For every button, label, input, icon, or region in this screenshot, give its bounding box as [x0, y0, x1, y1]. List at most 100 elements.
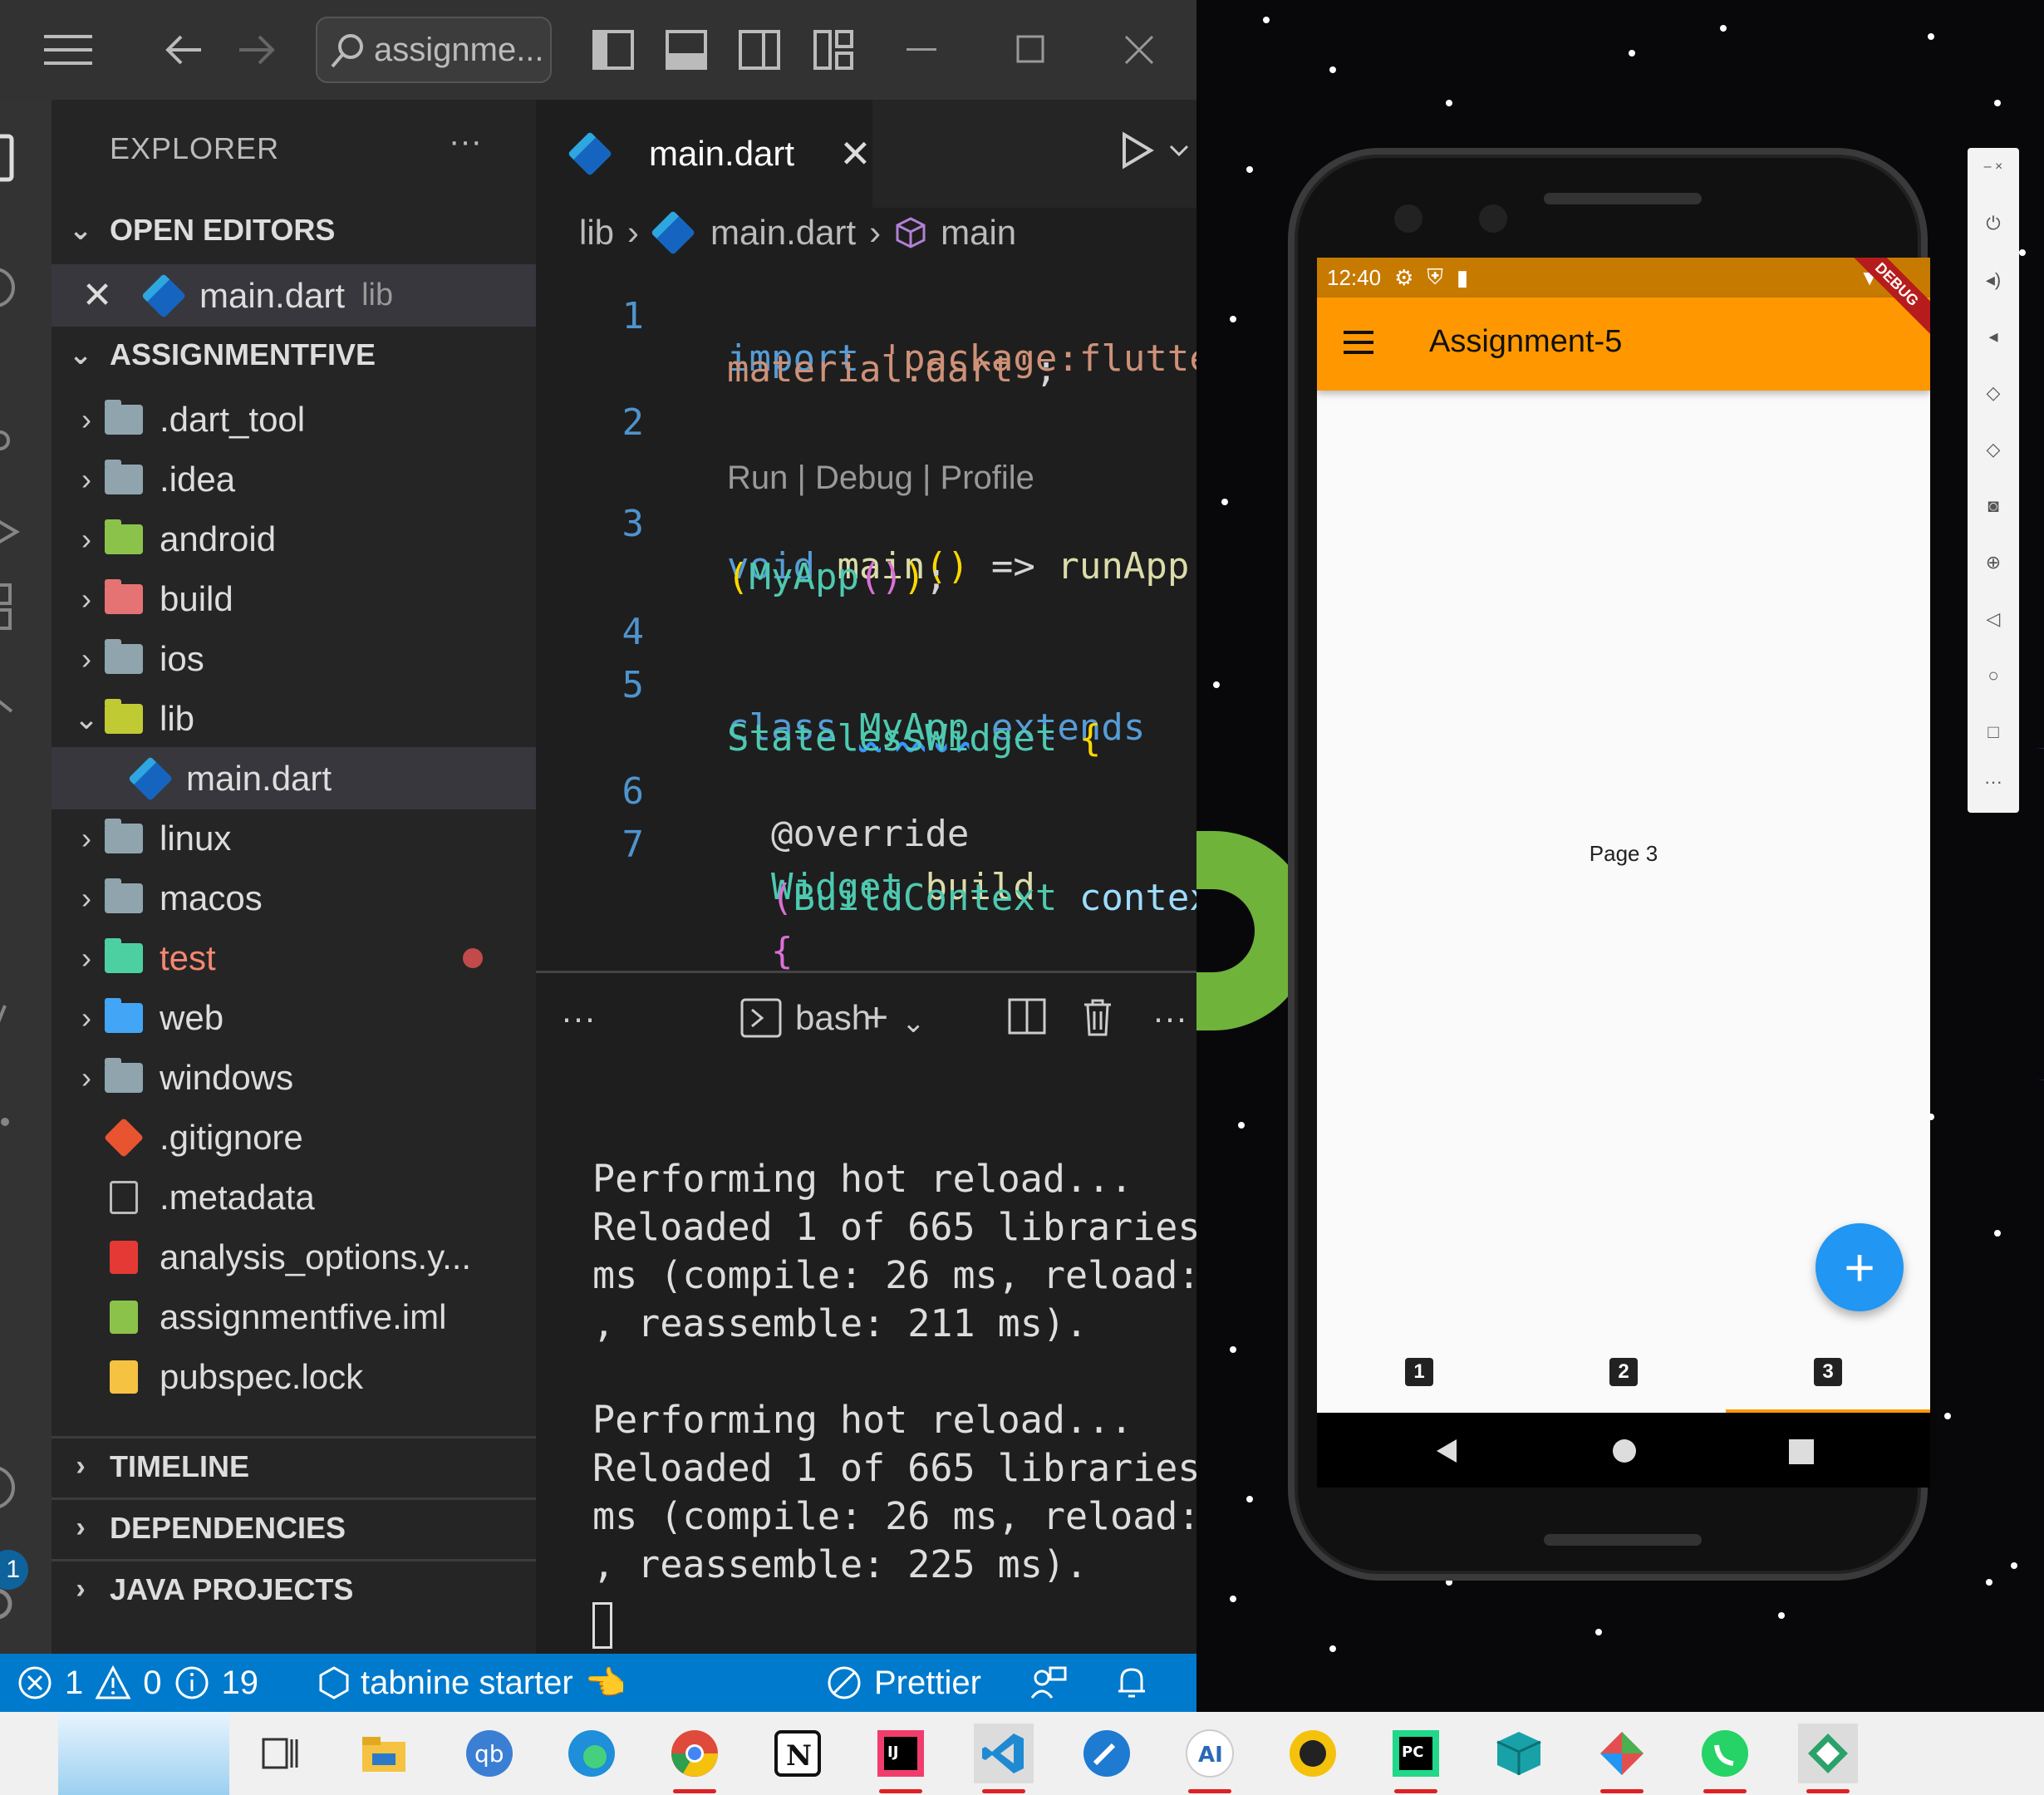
back-arrow-icon[interactable]	[158, 25, 208, 75]
tree-item[interactable]: › ios	[52, 627, 536, 690]
project-header[interactable]: ⌄ ASSIGNMENTFIVE	[52, 326, 536, 384]
power-icon[interactable]: ⏻	[1968, 213, 2019, 234]
tree-item[interactable]: main.dart	[52, 747, 536, 809]
intellij-icon[interactable]: IJ	[871, 1724, 931, 1793]
toggle-sidebar-icon[interactable]	[590, 25, 636, 75]
qbittorrent-icon[interactable]: qb	[459, 1724, 519, 1783]
camera-icon[interactable]: ◙	[1968, 495, 2019, 517]
tab-main-dart[interactable]: main.dart ✕	[536, 100, 872, 208]
trash-icon[interactable]	[1081, 998, 1114, 1045]
edge-icon[interactable]	[562, 1724, 622, 1783]
android-studio-icon[interactable]: AI	[1180, 1724, 1240, 1793]
3d-box-icon[interactable]	[1489, 1724, 1549, 1783]
tree-item[interactable]: › test	[52, 927, 536, 989]
terminal-shell-tab[interactable]: bash	[740, 998, 871, 1038]
tree-item[interactable]: › linux	[52, 807, 536, 869]
back-triangle-icon[interactable]	[1433, 1438, 1460, 1464]
rotate-right-icon[interactable]: ◇	[1968, 439, 2019, 460]
whatsapp-icon[interactable]	[1695, 1724, 1755, 1793]
add-fab-button[interactable]: +	[1816, 1223, 1904, 1311]
android-emulator-icon[interactable]	[1798, 1724, 1858, 1793]
split-terminal-icon[interactable]	[1008, 998, 1046, 1043]
tool-wrench-icon[interactable]	[1077, 1724, 1137, 1783]
nav-item-2[interactable]: 2	[1521, 1358, 1726, 1386]
nav-item-1[interactable]: 1	[1317, 1358, 1521, 1386]
gem-app-icon[interactable]	[1592, 1724, 1652, 1793]
hamburger-menu-icon[interactable]	[1344, 331, 1373, 358]
remote-explorer-icon[interactable]	[0, 997, 52, 1047]
tree-item[interactable]: › android	[52, 508, 536, 570]
new-terminal-icon[interactable]: +	[864, 993, 888, 1041]
tree-item[interactable]: › macos	[52, 867, 536, 929]
tree-item[interactable]: › windows	[52, 1046, 536, 1109]
dependencies-header[interactable]: › DEPENDENCIES	[52, 1497, 536, 1556]
volume-down-icon[interactable]: ◂	[1968, 326, 2019, 347]
feedback-icon[interactable]	[1030, 1662, 1067, 1704]
terminal-output[interactable]: Performing hot reload... Reloaded 1 of 6…	[536, 1080, 1196, 1654]
chrome-icon[interactable]	[665, 1724, 725, 1793]
customize-layout-icon[interactable]	[811, 25, 857, 75]
tree-item[interactable]: .gitignore	[52, 1106, 536, 1168]
maximize-icon[interactable]	[1010, 25, 1052, 75]
vscode-icon[interactable]	[974, 1724, 1034, 1793]
accounts-icon[interactable]	[0, 1463, 52, 1512]
chevron-down-icon[interactable]: ⌄	[902, 1006, 926, 1040]
minimize-icon[interactable]	[902, 25, 944, 75]
tree-item[interactable]: › .idea	[52, 448, 536, 510]
notion-icon[interactable]: N	[768, 1724, 828, 1783]
run-debug-icon[interactable]	[0, 507, 52, 557]
close-window-icon[interactable]	[1118, 25, 1160, 75]
source-control-icon[interactable]	[0, 416, 52, 465]
emulator-minimize-close[interactable]: – ×	[1968, 160, 2019, 175]
volume-up-icon[interactable]: ◂)	[1968, 269, 2019, 291]
close-icon[interactable]: ✕	[52, 274, 143, 317]
extensions-icon[interactable]	[0, 582, 52, 632]
toggle-secondary-sidebar-icon[interactable]	[736, 25, 783, 75]
forward-arrow-icon[interactable]	[233, 25, 283, 75]
tree-item[interactable]: ⌄ lib	[52, 687, 536, 750]
java-projects-header[interactable]: › JAVA PROJECTS	[52, 1559, 536, 1617]
prettier-status[interactable]: Prettier	[826, 1662, 981, 1704]
more-icon[interactable]: ···	[1968, 771, 2019, 793]
command-search-box[interactable]: assignme...	[316, 17, 552, 83]
rotate-left-icon[interactable]: ◇	[1968, 382, 2019, 404]
breadcrumb-file[interactable]: main.dart	[710, 213, 856, 253]
tree-item[interactable]: assignmentfive.iml	[52, 1286, 536, 1348]
timeline-header[interactable]: › TIMELINE	[52, 1436, 536, 1494]
tree-item[interactable]: › build	[52, 568, 536, 630]
terminal-more-icon[interactable]: ···	[1152, 998, 1187, 1038]
code-editor[interactable]: 1 import 'package:flutter/ material.dart…	[536, 258, 1197, 972]
tree-item[interactable]: analysis_options.y...	[52, 1226, 536, 1288]
toggle-panel-icon[interactable]	[663, 25, 710, 75]
tree-item[interactable]: .metadata	[52, 1166, 536, 1228]
run-button[interactable]	[1119, 130, 1194, 180]
home-icon[interactable]: ○	[1968, 665, 2019, 686]
search-activity-icon[interactable]	[0, 266, 52, 316]
tree-item[interactable]: pubspec.lock	[52, 1345, 536, 1408]
tree-item[interactable]: › .dart_tool	[52, 388, 536, 450]
close-icon[interactable]: ✕	[839, 131, 872, 176]
more-dots-icon[interactable]	[0, 1097, 52, 1147]
recents-square-icon[interactable]	[1789, 1439, 1814, 1464]
menu-icon[interactable]	[42, 25, 95, 75]
explorer-more-icon[interactable]: ···	[449, 123, 482, 160]
zoom-icon[interactable]: ⊕	[1968, 552, 2019, 573]
pycharm-icon[interactable]: PC	[1386, 1724, 1446, 1793]
panel-more-icon[interactable]: ···	[561, 998, 596, 1038]
sync-app-icon[interactable]	[1283, 1724, 1343, 1783]
explorer-icon[interactable]	[0, 133, 52, 183]
file-explorer-icon[interactable]	[354, 1724, 414, 1783]
back-icon[interactable]: ◁	[1968, 608, 2019, 630]
overview-icon[interactable]: □	[1968, 721, 2019, 743]
tree-item[interactable]: › web	[52, 986, 536, 1049]
problems-indicator[interactable]: 1 0 19	[17, 1662, 258, 1704]
breadcrumb-lib[interactable]: lib	[579, 213, 614, 253]
breadcrumb-symbol[interactable]: main	[941, 213, 1016, 253]
home-circle-icon[interactable]	[1611, 1438, 1638, 1464]
nav-item-3[interactable]: 3	[1726, 1358, 1930, 1386]
open-editors-header[interactable]: ⌄ OPEN EDITORS	[52, 201, 536, 259]
tabnine-status[interactable]: tabnine starter 👈	[319, 1662, 626, 1704]
task-view-icon[interactable]	[251, 1724, 311, 1783]
testing-icon[interactable]	[0, 665, 52, 715]
open-editor-item[interactable]: ✕ main.dart lib	[52, 264, 536, 327]
